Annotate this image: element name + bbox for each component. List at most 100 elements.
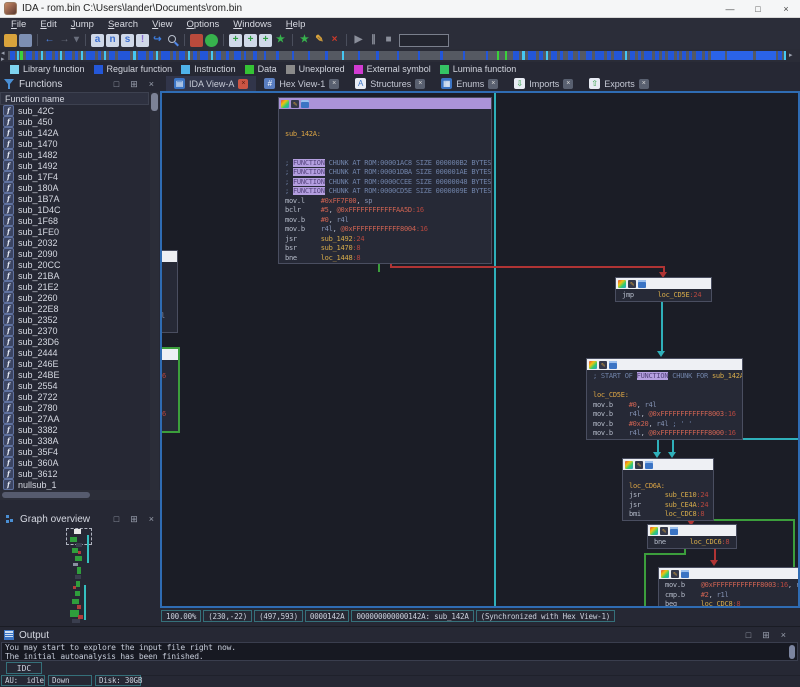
function-list-item-sub_3612[interactable]: f sub_3612: [0, 468, 149, 479]
tab-exports[interactable]: ⇧ Exports ×: [581, 76, 657, 91]
navigate-back-icon[interactable]: ←: [43, 34, 56, 47]
command-input[interactable]: [399, 33, 449, 47]
function-list-item-sub_2370[interactable]: f sub_2370: [0, 325, 149, 336]
overview-close-icon[interactable]: ×: [149, 514, 154, 525]
node-title-bar[interactable]: ✎: [623, 459, 713, 470]
functions-float-icon[interactable]: ⊞: [130, 79, 138, 90]
save-file-icon[interactable]: [19, 33, 32, 47]
tab-close-icon[interactable]: ×: [563, 78, 574, 89]
function-list-item-sub_180A[interactable]: f sub_180A: [0, 182, 149, 193]
node-color-icon[interactable]: [650, 526, 658, 535]
function-list-item-sub_1F68[interactable]: f sub_1F68: [0, 215, 149, 226]
navigation-band[interactable]: ◂ ▸ ▸: [0, 49, 800, 63]
node-view-icon[interactable]: [670, 526, 678, 535]
function-list-item-sub_1482[interactable]: f sub_1482: [0, 149, 149, 160]
function-list-item-sub_1D4C[interactable]: f sub_1D4C: [0, 204, 149, 215]
edit-function-icon[interactable]: ✎: [313, 34, 326, 47]
tab-close-icon[interactable]: ×: [415, 78, 426, 89]
function-list-item-sub_35F4[interactable]: f sub_35F4: [0, 446, 149, 457]
output-log[interactable]: You may start to explore the input file …: [1, 642, 798, 661]
function-list-item-sub_338A[interactable]: f sub_338A: [0, 435, 149, 446]
function-list-item-sub_1492[interactable]: f sub_1492: [0, 160, 149, 171]
node-edit-icon[interactable]: ✎: [660, 526, 668, 535]
debugger-run-icon[interactable]: ▶: [352, 34, 365, 47]
node-title-bar[interactable]: ✎: [279, 98, 491, 109]
maximize-button[interactable]: □: [744, 0, 772, 17]
function-list-item-sub_1470[interactable]: f sub_1470: [0, 138, 149, 149]
functions-hscroll-thumb[interactable]: [2, 492, 90, 498]
function-list-item-sub_1FE0[interactable]: f sub_1FE0: [0, 226, 149, 237]
node-left-partial-b[interactable]: ✎:16:16: [162, 347, 180, 433]
function-list-item-sub_1B7A[interactable]: f sub_1B7A: [0, 193, 149, 204]
function-list-item-sub_2722[interactable]: f sub_2722: [0, 391, 149, 402]
function-list-item-sub_450[interactable]: f sub_450: [0, 116, 149, 127]
function-list-item-sub_17F4[interactable]: f sub_17F4: [0, 171, 149, 182]
tab-close-icon[interactable]: ×: [638, 78, 649, 89]
menu-help[interactable]: Help: [279, 18, 313, 31]
output-close-icon[interactable]: ×: [781, 630, 786, 641]
functions-close-icon[interactable]: ×: [149, 79, 154, 90]
output-restore-icon[interactable]: □: [746, 630, 751, 641]
node-view-icon[interactable]: [645, 460, 653, 469]
node-title-bar[interactable]: ✎: [659, 568, 798, 579]
node-color-icon[interactable]: [661, 569, 669, 578]
navigate-forward-icon[interactable]: →: [58, 34, 71, 47]
menu-edit[interactable]: Edit: [33, 18, 63, 31]
node-edit-icon[interactable]: ✎: [291, 99, 299, 108]
overview-restore-icon[interactable]: □: [114, 514, 119, 525]
close-button[interactable]: ×: [772, 0, 800, 17]
navigator-image-icon[interactable]: [190, 33, 203, 47]
function-list-item-sub_24BE[interactable]: f sub_24BE: [0, 369, 149, 380]
functions-vertical-scrollbar[interactable]: [150, 92, 159, 490]
create-enum-icon[interactable]: +: [259, 33, 272, 47]
function-list-item-sub_3382[interactable]: f sub_3382: [0, 424, 149, 435]
function-list-item-sub_27AA[interactable]: f sub_27AA: [0, 413, 149, 424]
function-list-item-sub_2444[interactable]: f sub_2444: [0, 347, 149, 358]
function-list-item-sub_246E[interactable]: f sub_246E: [0, 358, 149, 369]
node-edit-icon[interactable]: ✎: [628, 279, 636, 288]
lumina-push-icon[interactable]: ★: [274, 34, 287, 47]
open-file-icon[interactable]: [4, 33, 17, 47]
create-struct-icon[interactable]: +: [229, 33, 242, 47]
node-jmp-loc_CD5E[interactable]: ✎ jmp loc_CD5E:24: [615, 277, 712, 302]
menu-jump[interactable]: Jump: [64, 18, 101, 31]
function-list-item-sub_2090[interactable]: f sub_2090: [0, 248, 149, 259]
function-list-item-nullsub_1[interactable]: f nullsub_1: [0, 479, 149, 490]
search-icon[interactable]: [166, 34, 179, 47]
functions-horizontal-scrollbar[interactable]: [0, 490, 160, 500]
overview-float-icon[interactable]: ⊞: [130, 514, 138, 525]
jump-xref-icon[interactable]: ↪: [151, 34, 164, 47]
menu-file[interactable]: File: [4, 18, 33, 31]
function-list-item-sub_2780[interactable]: f sub_2780: [0, 402, 149, 413]
node-color-icon[interactable]: [618, 279, 626, 288]
node-loc_CDC0[interactable]: ✎mov.b @0xFFFFFFFFFFFF8003:16, r1lcmp.b …: [658, 567, 798, 606]
tab-imports[interactable]: ⇩ Imports ×: [506, 76, 581, 91]
tab-hex-view-1[interactable]: # Hex View-1 ×: [256, 76, 347, 91]
idc-command-tab[interactable]: IDC: [6, 662, 42, 674]
node-color-icon[interactable]: [625, 460, 633, 469]
node-title-bar[interactable]: ✎: [162, 349, 178, 360]
function-list-item-sub_2032[interactable]: f sub_2032: [0, 237, 149, 248]
tab-ida-view-a[interactable]: ▤ IDA View-A ×: [166, 76, 257, 91]
node-color-icon[interactable]: [281, 99, 289, 108]
node-bne-loc_CDC6[interactable]: ✎ bne loc_CDC6:8: [647, 524, 737, 549]
node-title-bar[interactable]: ✎: [587, 359, 742, 370]
jump-to-address-icon[interactable]: a: [91, 33, 104, 47]
graph-overview-minimap[interactable]: [0, 527, 160, 626]
node-left-partial-a[interactable]: ✎ r4l: [162, 250, 178, 333]
node-title-bar[interactable]: ✎: [616, 278, 711, 289]
node-view-icon[interactable]: [638, 279, 646, 288]
tab-enums[interactable]: ▦ Enums ×: [433, 76, 506, 91]
function-list-item-sub_2260[interactable]: f sub_2260: [0, 292, 149, 303]
ida-view-a-pane[interactable]: ✎ r4l ✎:16:16 ✎ sub_142A: ; FUNCTION CHUNK AT…: [160, 91, 800, 608]
graph-canvas[interactable]: ✎ r4l ✎:16:16 ✎ sub_142A: ; FUNCTION CHUNK AT…: [162, 93, 798, 606]
minimize-button[interactable]: —: [716, 0, 744, 17]
node-view-icon[interactable]: [301, 99, 309, 108]
create-union-icon[interactable]: +: [244, 33, 257, 47]
function-list-item-sub_360A[interactable]: f sub_360A: [0, 457, 149, 468]
jump-to-segment-icon[interactable]: s: [121, 33, 134, 47]
menu-search[interactable]: Search: [101, 18, 145, 31]
node-loc_CD6A[interactable]: ✎ loc_CD6A: jsr sub_CE10:24 jsr sub_CE4A:24…: [622, 458, 714, 521]
function-list-item-sub_22E8[interactable]: f sub_22E8: [0, 303, 149, 314]
function-list-item-sub_23D6[interactable]: f sub_23D6: [0, 336, 149, 347]
